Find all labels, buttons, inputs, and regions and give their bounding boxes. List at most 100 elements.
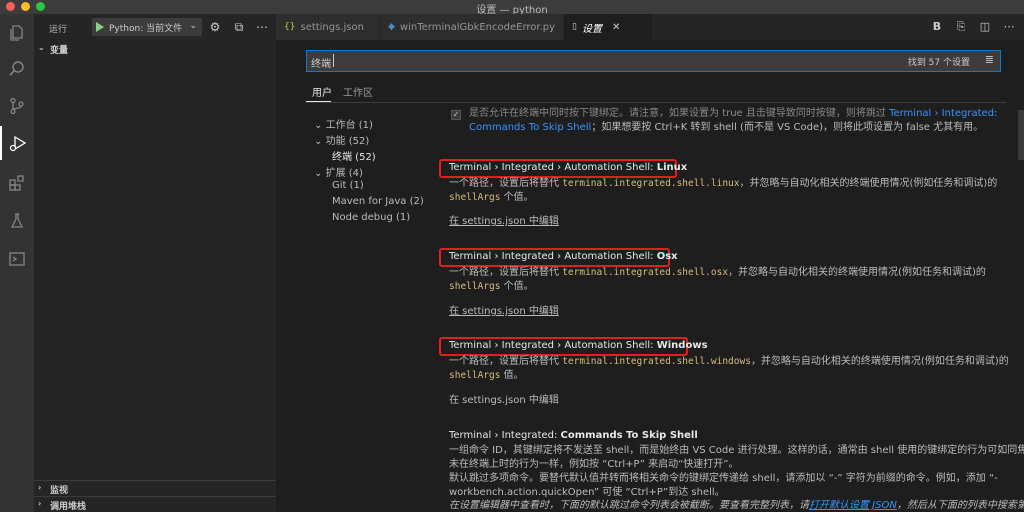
toc-label: 工作台 (1): [325, 120, 373, 131]
python-icon: ◆: [388, 22, 395, 32]
explorer-button[interactable]: [0, 16, 34, 50]
tab-workspace[interactable]: 工作区: [343, 84, 373, 99]
editor-area: {} settings.json ◆ winTerminalGbkEncodeE…: [276, 14, 1024, 512]
file-icon: ▯: [572, 22, 577, 32]
gear-icon[interactable]: ⚙: [207, 19, 223, 35]
setting-description-windows: 一个路径，设置后将替代 terminal.integrated.shell.wi…: [449, 356, 1009, 367]
toc-item-extensions[interactable]: ⌄ 扩展 (4): [314, 164, 363, 179]
testing-button[interactable]: [0, 204, 34, 238]
edit-in-settings-json-link[interactable]: 在 settings.json 中编辑: [449, 302, 559, 317]
tab-python-file[interactable]: ◆ winTerminalGbkEncodeError.py: [380, 14, 563, 40]
toc-label: Node debug (1): [332, 212, 411, 223]
variables-section[interactable]: ⌄ 变量: [34, 41, 276, 57]
more-actions-icon[interactable]: ⋯: [254, 19, 270, 35]
scope-tabs: 用户 工作区: [306, 80, 1006, 102]
chevron-right-icon: ›: [38, 499, 42, 508]
call-stack-section-label: 调用堆栈: [50, 502, 87, 512]
testing-icon: [10, 213, 24, 228]
setting-link[interactable]: Commands To Skip Shell: [469, 122, 591, 133]
chevron-down-icon: ⌄: [38, 43, 45, 52]
source-control-button[interactable]: [0, 89, 34, 123]
watch-section-label: 监视: [50, 486, 69, 496]
scrollbar-thumb[interactable]: [1018, 110, 1024, 160]
toc-label: Git (1): [332, 180, 364, 191]
search-icon: [9, 61, 24, 76]
close-icon[interactable]: ✕: [612, 22, 620, 33]
search-result-count: 找到 57 个设置: [907, 58, 970, 68]
watch-section[interactable]: › 监视: [34, 481, 276, 497]
open-settings-json-icon[interactable]: ⎘: [953, 19, 969, 35]
run-config-label: Python: 当前文件: [109, 24, 183, 34]
settings-search-input[interactable]: 终端 找到 57 个设置 ≣: [306, 50, 1001, 72]
setting-title-windows: Terminal › Integrated › Automation Shell…: [449, 340, 708, 351]
toc-label: 扩展 (4): [325, 168, 363, 179]
setting-description-partial-2: Commands To Skip Shell；如果想要按 Ctrl+K 转到 s…: [469, 122, 984, 133]
toc-item-features[interactable]: ⌄ 功能 (52): [314, 132, 369, 147]
toc-item-maven[interactable]: Maven for Java (2): [332, 196, 424, 207]
edit-in-settings-json-link[interactable]: 在 settings.json 中编辑: [449, 212, 559, 227]
setting-description-partial: 是否允许在终端中同时按下键绑定。请注意，如果设置为 true 且击键导致同时按键…: [469, 108, 998, 119]
tab-user[interactable]: 用户: [312, 84, 332, 99]
chevron-down-icon: ⌄: [314, 168, 323, 179]
play-icon[interactable]: [96, 22, 104, 32]
toc-item-terminal[interactable]: 终端 (52): [332, 148, 376, 163]
setting-title-skip-shell: Terminal › Integrated: Commands To Skip …: [449, 430, 698, 441]
tab-settings-json[interactable]: {} settings.json: [276, 14, 379, 40]
filter-icon[interactable]: ≣: [985, 53, 994, 66]
debug-console-icon[interactable]: ⧉: [231, 19, 247, 35]
run-debug-button[interactable]: [0, 126, 34, 160]
files-icon: [10, 25, 23, 41]
chevron-down-icon: ⌄: [314, 120, 323, 131]
json-icon: {}: [284, 22, 296, 32]
tab-label: settings.json: [300, 21, 364, 33]
setting-description-osx: 一个路径，设置后将替代 terminal.integrated.shell.os…: [449, 267, 986, 278]
run-config-select[interactable]: Python: 当前文件 ⌄: [92, 18, 202, 36]
bold-icon[interactable]: B: [929, 19, 945, 35]
setting-description-linux: 一个路径，设置后将替代 terminal.integrated.shell.li…: [449, 178, 998, 189]
setting-description-windows-2: shellArgs 值。: [449, 370, 524, 381]
toc-item-node-debug[interactable]: Node debug (1): [332, 212, 410, 223]
source-control-icon: [10, 97, 24, 115]
title-bar: 设置 — python: [0, 0, 1024, 16]
extensions-button[interactable]: [0, 166, 34, 200]
setting-description-osx-2: shellArgs 个值。: [449, 281, 534, 292]
scope-divider: [306, 102, 1006, 103]
setting-link[interactable]: Terminal › Integrated:: [889, 108, 997, 119]
tab-label: winTerminalGbkEncodeError.py: [399, 21, 556, 33]
split-editor-icon[interactable]: ◫: [977, 19, 993, 35]
activity-bar: [0, 14, 34, 512]
call-stack-section[interactable]: › 调用堆栈: [34, 497, 276, 512]
tab-bar: {} settings.json ◆ winTerminalGbkEncodeE…: [276, 14, 1024, 40]
search-button[interactable]: [0, 52, 34, 86]
text-caret: [333, 54, 334, 67]
toc-label: 终端 (52): [332, 152, 376, 163]
setting-title-osx: Terminal › Integrated › Automation Shell…: [449, 251, 678, 262]
terminal-panel-button[interactable]: [0, 242, 34, 276]
setting-description-skip-shell-4: workbench.action.quickOpen” 可使 “Ctrl+P”到…: [449, 487, 725, 498]
edit-in-settings-json-link[interactable]: 在 settings.json 中编辑: [449, 391, 559, 406]
toc-item-git[interactable]: Git (1): [332, 180, 364, 191]
more-actions-icon[interactable]: ⋯: [1001, 19, 1017, 35]
setting-description-skip-shell-2: 未在终端上时的行为一样，例如按 “Ctrl+P” 来启动“快速打开”。: [449, 459, 739, 470]
setting-description-skip-shell-1: 一组命令 ID，其键绑定将不发送至 shell，而是始终由 VS Code 进行…: [449, 445, 1024, 456]
variables-section-label: 变量: [50, 46, 69, 56]
toc-item-workbench[interactable]: ⌄ 工作台 (1): [314, 116, 373, 131]
tab-settings[interactable]: ▯ 设置 ✕: [564, 14, 652, 40]
setting-description-linux-2: shellArgs 个值。: [449, 192, 534, 203]
chevron-right-icon: ›: [38, 483, 42, 492]
extensions-icon: [9, 175, 24, 191]
toc-label: Maven for Java (2): [332, 196, 424, 207]
search-value: 终端: [311, 59, 331, 70]
tab-label: 设置: [581, 23, 602, 35]
toc-label: 功能 (52): [325, 136, 370, 147]
sidebar-header: 运行 Python: 当前文件 ⌄ ⚙ ⧉ ⋯: [34, 14, 276, 40]
run-sidebar: 运行 Python: 当前文件 ⌄ ⚙ ⧉ ⋯ ⌄ 变量 › 监视 › 调用堆栈: [34, 14, 276, 512]
chevron-down-icon: ⌄: [189, 21, 197, 31]
open-default-settings-link[interactable]: 打开默认设置 JSON: [809, 500, 897, 511]
setting-checkbox[interactable]: ✓: [451, 110, 461, 120]
setting-title-linux: Terminal › Integrated › Automation Shell…: [449, 162, 688, 173]
sidebar-title: 运行: [49, 25, 68, 35]
run-debug-icon: [9, 135, 27, 152]
terminal-icon: [9, 252, 25, 266]
chevron-down-icon: ⌄: [314, 136, 323, 147]
